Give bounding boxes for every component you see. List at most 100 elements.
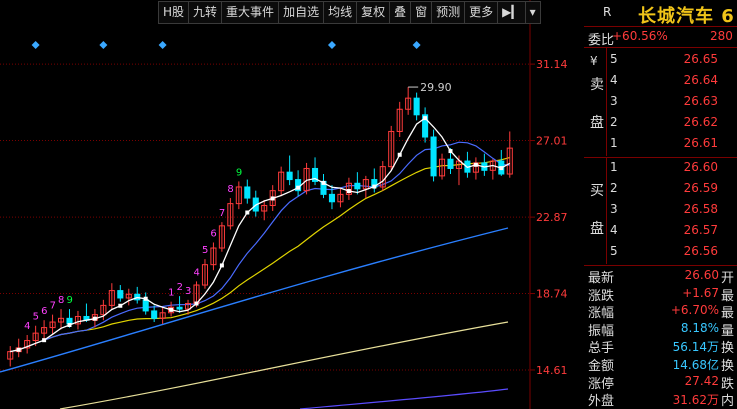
stat-row: 涨跌 +1.67 最 (584, 285, 737, 304)
stat-label-right: 换 (721, 359, 735, 374)
candle-body (328, 193, 336, 203)
ma20-line (10, 156, 510, 353)
order-price[interactable]: 26.61 (644, 136, 718, 150)
stock-name[interactable]: 长城汽车 6 (638, 2, 735, 28)
buy-side-label-1: 买 (590, 183, 604, 199)
order-level: 4 (610, 223, 618, 237)
stat-row: 最新 26.60 开 (584, 267, 737, 286)
candle-body (413, 97, 420, 116)
stat-value: +1.67 (682, 285, 719, 300)
toolbar-button-1[interactable]: 九转 (189, 2, 223, 23)
kline-chart[interactable]: 31.14 27.01 22.87 18.74 14.61 4 5 6 7 8 9 1 2 3 4 5 6 7 8 9… (0, 0, 580, 409)
axis-tick-label: 18.74 (536, 288, 568, 301)
stat-label: 最新 (588, 271, 615, 286)
ma5-marker (16, 347, 21, 352)
candle-body (286, 171, 293, 181)
order-ratio-value: +60.56% (612, 29, 668, 43)
candle-body (244, 186, 251, 199)
ma5-marker (296, 185, 301, 190)
td-count-label: 7 (219, 208, 225, 219)
stat-value: 26.60 (684, 268, 719, 282)
order-price[interactable]: 26.60 (644, 160, 718, 174)
ma5-marker (423, 116, 428, 121)
stat-row: 金额 14.68亿换 (584, 355, 737, 374)
ma5-marker (473, 162, 478, 167)
ma5-marker (118, 303, 123, 308)
toolbar-button-2[interactable]: 重大事件 (222, 2, 280, 23)
stat-row: 涨停 27.42 跌 (584, 373, 737, 392)
td-count-label: 4 (194, 267, 200, 278)
sell-side-label-2: 盘 (590, 115, 604, 131)
ma5-marker (448, 149, 453, 154)
td-count-label: 7 (50, 301, 56, 312)
stat-label: 金额 (588, 359, 615, 374)
stat-label-right: 最 (721, 306, 735, 322)
td-count-label: 4 (24, 321, 30, 332)
toolbar-button-8[interactable]: 预测 (432, 2, 466, 23)
stock-header: R 长城汽车 6 (584, 0, 737, 27)
candle-body (117, 290, 124, 299)
order-price[interactable]: 26.57 (644, 223, 718, 237)
ma5-marker (169, 307, 174, 312)
ma5-marker (245, 210, 250, 215)
stat-label-right: 内 (721, 394, 735, 409)
buy-side-label-2: 盘 (590, 221, 604, 237)
quote-panel: R 长城汽车 6 委比 +60.56% 280 ¥ 卖 盘 5 26.65 4 26.… (584, 0, 737, 409)
td-count-label: 3 (185, 286, 191, 297)
toolbar-button-9[interactable]: 更多 (465, 2, 499, 23)
axis-tick-label: 27.01 (536, 135, 568, 148)
divider (606, 158, 607, 264)
stat-value: 27.42 (684, 373, 719, 388)
toolbar-button-4[interactable]: 均线 (324, 2, 358, 23)
ma5-marker (194, 301, 199, 306)
event-diamond-icon[interactable] (31, 41, 40, 49)
toolbar-button-0[interactable]: H股 (159, 2, 190, 23)
order-price[interactable]: 26.64 (644, 73, 718, 87)
ma5-marker (67, 322, 72, 327)
toolbar-button-11[interactable]: ▾ (526, 2, 540, 23)
ma5-marker (397, 152, 402, 157)
event-diamond-icon[interactable] (99, 41, 108, 49)
chart-canvas[interactable]: 31.1427.0122.8718.7414.6145678 912 3456789… (0, 0, 580, 409)
order-price[interactable]: 26.62 (644, 115, 718, 129)
order-level: 2 (610, 181, 618, 195)
order-price[interactable]: 26.56 (644, 244, 718, 258)
event-diamond-icon[interactable] (327, 41, 336, 49)
order-price[interactable]: 26.63 (644, 94, 718, 108)
ma5-marker (372, 184, 377, 189)
stat-row: 外盘 31.62万内 (584, 390, 737, 409)
order-level: 3 (610, 94, 618, 108)
stat-label-right: 跌 (721, 376, 735, 392)
order-ratio-label: 委比 (588, 33, 615, 48)
toolbar-button-3[interactable]: 加自选 (279, 2, 325, 23)
td-count-label: 5 (33, 312, 39, 323)
toolbar-button-7[interactable]: 窗 (411, 2, 433, 23)
event-diamond-icon[interactable] (412, 41, 421, 49)
candle-body (354, 182, 361, 190)
stat-row: 振幅 8.18% 量 (584, 320, 737, 339)
stat-label-right: 量 (721, 323, 735, 339)
order-level: 1 (610, 136, 618, 150)
axis-tick-label: 22.87 (536, 211, 568, 224)
order-price[interactable]: 26.65 (644, 52, 718, 66)
stat-value: 14.68亿 (672, 358, 719, 372)
toolbar-button-5[interactable]: 复权 (357, 2, 391, 23)
order-level: 3 (610, 202, 618, 216)
axis-tick-label: 31.14 (536, 58, 568, 71)
stat-row: 总手 56.14万换 (584, 337, 737, 356)
td-count-label: 2 (177, 282, 183, 293)
order-price[interactable]: 26.59 (644, 181, 718, 195)
event-diamond-icon[interactable] (158, 41, 167, 49)
stat-value: 31.62万 (672, 393, 719, 408)
ma5-marker (143, 296, 148, 301)
candle-body (430, 136, 437, 177)
stat-label: 涨幅 (588, 306, 615, 322)
td-count-label: 9 (67, 295, 73, 306)
candle-body (447, 158, 454, 169)
toolbar-button-6[interactable]: 叠 (390, 2, 412, 23)
ma5-marker (219, 263, 224, 268)
order-price[interactable]: 26.58 (644, 202, 718, 216)
axis-tick-label: 14.61 (536, 364, 568, 377)
toolbar-button-10[interactable]: ▶▎ (498, 2, 526, 23)
td-count-label: 6 (41, 306, 47, 317)
